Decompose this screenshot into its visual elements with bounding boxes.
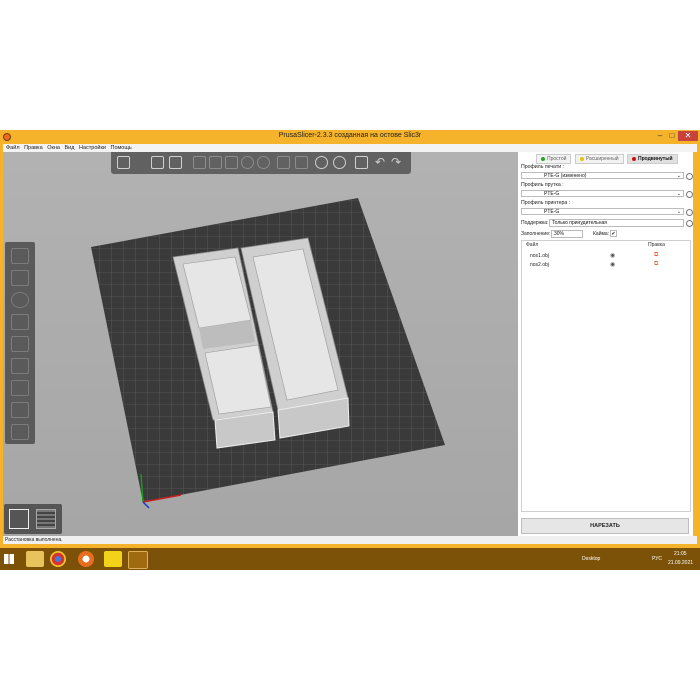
add-instance-icon[interactable] xyxy=(241,156,254,169)
visibility-eye-icon[interactable]: ◉ xyxy=(610,261,615,268)
mode-expert-label: Продвинутый xyxy=(637,156,673,162)
add-object-icon[interactable] xyxy=(117,156,130,169)
printer-profile-combo[interactable]: PTE-G ⌄ xyxy=(521,208,684,215)
maximize-button[interactable]: □ xyxy=(667,131,677,141)
filament-settings-gear-icon[interactable] xyxy=(686,191,693,198)
seam-painting-icon[interactable] xyxy=(11,402,29,418)
window-title: PrusaSlicer-2.3.3 созданная на остове Sl… xyxy=(278,132,422,139)
delete-all-icon[interactable] xyxy=(169,156,182,169)
desktop-toolbar-label[interactable]: Desktop xyxy=(582,556,600,562)
print-settings-gear-icon[interactable] xyxy=(686,173,693,180)
split-parts-icon[interactable] xyxy=(295,156,308,169)
slice-button[interactable]: НАРЕЗАТЬ xyxy=(521,518,689,534)
search-icon[interactable] xyxy=(333,156,346,169)
delete-icon[interactable] xyxy=(151,156,164,169)
object-list: Файл Правка nos1.obj ◉ ⧉ nos2.obj ◉ ⧉ xyxy=(521,240,691,512)
menu-file[interactable]: Файл xyxy=(6,144,20,152)
mode-tabs: Простой Расширенный Продвинутый xyxy=(536,154,680,164)
brim-label: Кайма: xyxy=(593,231,610,237)
list-item[interactable]: nos2.obj ◉ ⧉ xyxy=(522,261,690,270)
printer-settings-gear-icon[interactable] xyxy=(686,209,693,216)
filament-profile-value: PTE-G xyxy=(544,191,560,197)
supports-gear-icon[interactable] xyxy=(686,220,693,227)
filament-profile-combo[interactable]: PTE-G ⌄ xyxy=(521,190,684,197)
cut-icon[interactable] xyxy=(11,336,29,352)
menu-edit[interactable]: Правка xyxy=(24,144,43,152)
filament-profile-label: Профиль прутка : xyxy=(521,182,564,188)
cura-icon[interactable] xyxy=(104,551,122,567)
object-name: nos1.obj xyxy=(530,253,549,259)
copy-icon[interactable] xyxy=(209,156,222,169)
edit-object-icon[interactable]: ⧉ xyxy=(654,252,658,259)
title-bar: PrusaSlicer-2.3.3 созданная на остове Sl… xyxy=(0,130,700,144)
object-name: nos2.obj xyxy=(530,262,549,268)
menu-help[interactable]: Помощь xyxy=(110,144,131,152)
undo-icon[interactable]: ↶ xyxy=(375,156,388,169)
edit-object-icon[interactable]: ⧉ xyxy=(654,261,658,268)
scale-icon[interactable] xyxy=(11,270,29,286)
place-on-face-icon[interactable] xyxy=(11,314,29,330)
supports-label: Поддержка: xyxy=(521,220,549,226)
redo-icon[interactable]: ↷ xyxy=(391,156,404,169)
clock-date[interactable]: 21.09.2021 xyxy=(668,560,693,566)
move-icon[interactable] xyxy=(11,248,29,264)
print-profile-label: Профиль печати : xyxy=(521,164,564,170)
hollow-icon[interactable] xyxy=(11,358,29,374)
infill-combo[interactable]: 30% xyxy=(551,230,583,238)
rotate-icon[interactable] xyxy=(11,292,29,308)
mode-advanced-label: Расширенный xyxy=(585,156,619,162)
language-indicator[interactable]: РУС xyxy=(652,556,662,562)
plater-scene xyxy=(91,198,445,509)
file-explorer-icon[interactable] xyxy=(26,551,44,567)
layer-editing-icon[interactable] xyxy=(315,156,328,169)
printer-profile-value: PTE-G xyxy=(544,209,560,215)
print-profile-value: PTE-G (изменено) xyxy=(544,173,587,179)
brim-checkbox[interactable]: ✔ xyxy=(610,230,617,237)
object-list-header-edit: Правка xyxy=(648,242,665,248)
paste-icon[interactable] xyxy=(225,156,238,169)
top-toolbar: ↶ ↷ xyxy=(111,152,411,174)
menu-settings[interactable]: Настройки xyxy=(79,144,106,152)
3d-view-icon[interactable] xyxy=(9,509,29,529)
brim-checkmark: ✔ xyxy=(611,231,616,237)
infill-value: 30% xyxy=(554,231,565,237)
remove-instance-icon[interactable] xyxy=(257,156,270,169)
prusaslicer-active-icon[interactable] xyxy=(128,551,148,569)
mode-advanced-tab[interactable]: Расширенный xyxy=(574,154,624,164)
settings-panel: Простой Расширенный Продвинутый Профиль … xyxy=(518,152,693,536)
object-list-header-name: Файл xyxy=(526,242,539,248)
variable-layer-icon[interactable] xyxy=(355,156,368,169)
arrange-icon[interactable] xyxy=(193,156,206,169)
list-item[interactable]: nos1.obj ◉ ⧉ xyxy=(522,252,690,261)
menu-window[interactable]: Окна xyxy=(47,144,60,152)
app-window: PrusaSlicer-2.3.3 созданная на остове Sl… xyxy=(0,130,700,568)
start-button[interactable] xyxy=(4,554,14,564)
chrome-icon[interactable] xyxy=(50,551,66,567)
3d-viewport[interactable]: ↶ ↷ xyxy=(3,152,518,536)
clock-time[interactable]: 21:05 xyxy=(674,551,687,557)
status-bar: Расстановка выполнена. xyxy=(3,536,697,544)
close-button[interactable]: ✕ xyxy=(678,131,698,141)
infill-label: Заполнение: xyxy=(521,231,551,237)
printer-profile-label: Профиль принтера : xyxy=(521,200,571,206)
view-switcher xyxy=(4,504,62,534)
mode-simple-tab[interactable]: Простой xyxy=(536,154,572,164)
supports-value: Только принудительная xyxy=(552,220,607,226)
mode-expert-tab[interactable]: Продвинутый xyxy=(626,154,678,164)
menu-view[interactable]: Вид xyxy=(65,144,75,152)
paint-supports-icon[interactable] xyxy=(11,380,29,396)
preview-icon[interactable] xyxy=(36,509,56,529)
supports-combo[interactable]: Только принудительная xyxy=(549,219,684,227)
split-objects-icon[interactable] xyxy=(277,156,290,169)
view-cube-icon[interactable] xyxy=(11,424,29,440)
windows-taskbar: Desktop РУС 21:05 21.09.2021 xyxy=(0,548,700,570)
mode-simple-label: Простой xyxy=(547,156,567,162)
prusaslicer-taskbar-icon[interactable] xyxy=(78,551,94,567)
print-profile-combo[interactable]: PTE-G (изменено) ⌄ xyxy=(521,172,684,179)
minimize-button[interactable]: – xyxy=(655,131,665,141)
visibility-eye-icon[interactable]: ◉ xyxy=(610,252,615,259)
menu-bar: Файл Правка Окна Вид Настройки Помощь xyxy=(3,144,697,152)
left-gizmo-toolbar xyxy=(5,242,35,444)
